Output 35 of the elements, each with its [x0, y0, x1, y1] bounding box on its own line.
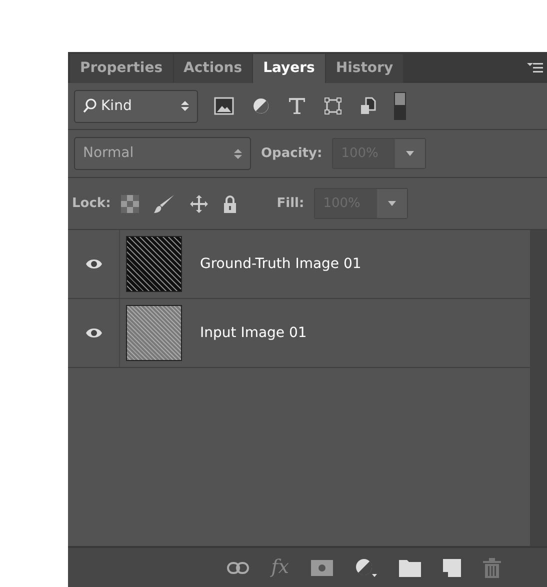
padlock-icon[interactable]: [222, 194, 237, 212]
brush-icon[interactable]: [152, 194, 175, 214]
panel-tab[interactable]: Properties: [70, 54, 173, 83]
scrollbar[interactable]: [530, 230, 547, 546]
menu-icon[interactable]: [527, 62, 543, 74]
eye-icon[interactable]: [84, 327, 102, 339]
type-filter-icon[interactable]: [288, 97, 306, 115]
eye-icon[interactable]: [84, 258, 102, 270]
move-icon[interactable]: [188, 194, 209, 214]
search-icon: [83, 98, 97, 114]
link-icon[interactable]: [227, 562, 250, 574]
checkerboard-icon[interactable]: [120, 194, 139, 212]
shape-filter-icon[interactable]: [324, 97, 342, 115]
filter-value: Kind: [101, 96, 132, 116]
layer-name[interactable]: Input Image 01: [200, 322, 307, 344]
lock-label: Lock:: [72, 194, 111, 213]
spinner-icon: [234, 148, 242, 160]
panel-tab[interactable]: History: [326, 54, 404, 83]
filter-dropdown[interactable]: Kind: [74, 90, 198, 122]
adjustment-filter-icon[interactable]: [252, 97, 270, 115]
spinner-icon: [181, 100, 189, 112]
layer-style-button[interactable]: fx: [271, 553, 289, 582]
fill-label: Fill:: [276, 194, 304, 213]
panel-tab[interactable]: Actions: [174, 54, 252, 83]
panel-tab[interactable]: Layers: [253, 54, 325, 83]
filter-toggle-icon[interactable]: [394, 92, 406, 120]
new-layer-icon[interactable]: [443, 558, 461, 576]
folder-icon[interactable]: [399, 558, 421, 576]
layer-name[interactable]: Ground-Truth Image 01: [200, 254, 362, 274]
smart-object-filter-icon[interactable]: [360, 97, 376, 115]
image-filter-icon[interactable]: [214, 97, 234, 115]
blend-mode-dropdown[interactable]: Normal: [74, 137, 251, 170]
opacity-label: Opacity:: [261, 144, 322, 163]
mask-icon[interactable]: [311, 560, 333, 576]
adjustment-layer-icon[interactable]: [355, 558, 377, 578]
